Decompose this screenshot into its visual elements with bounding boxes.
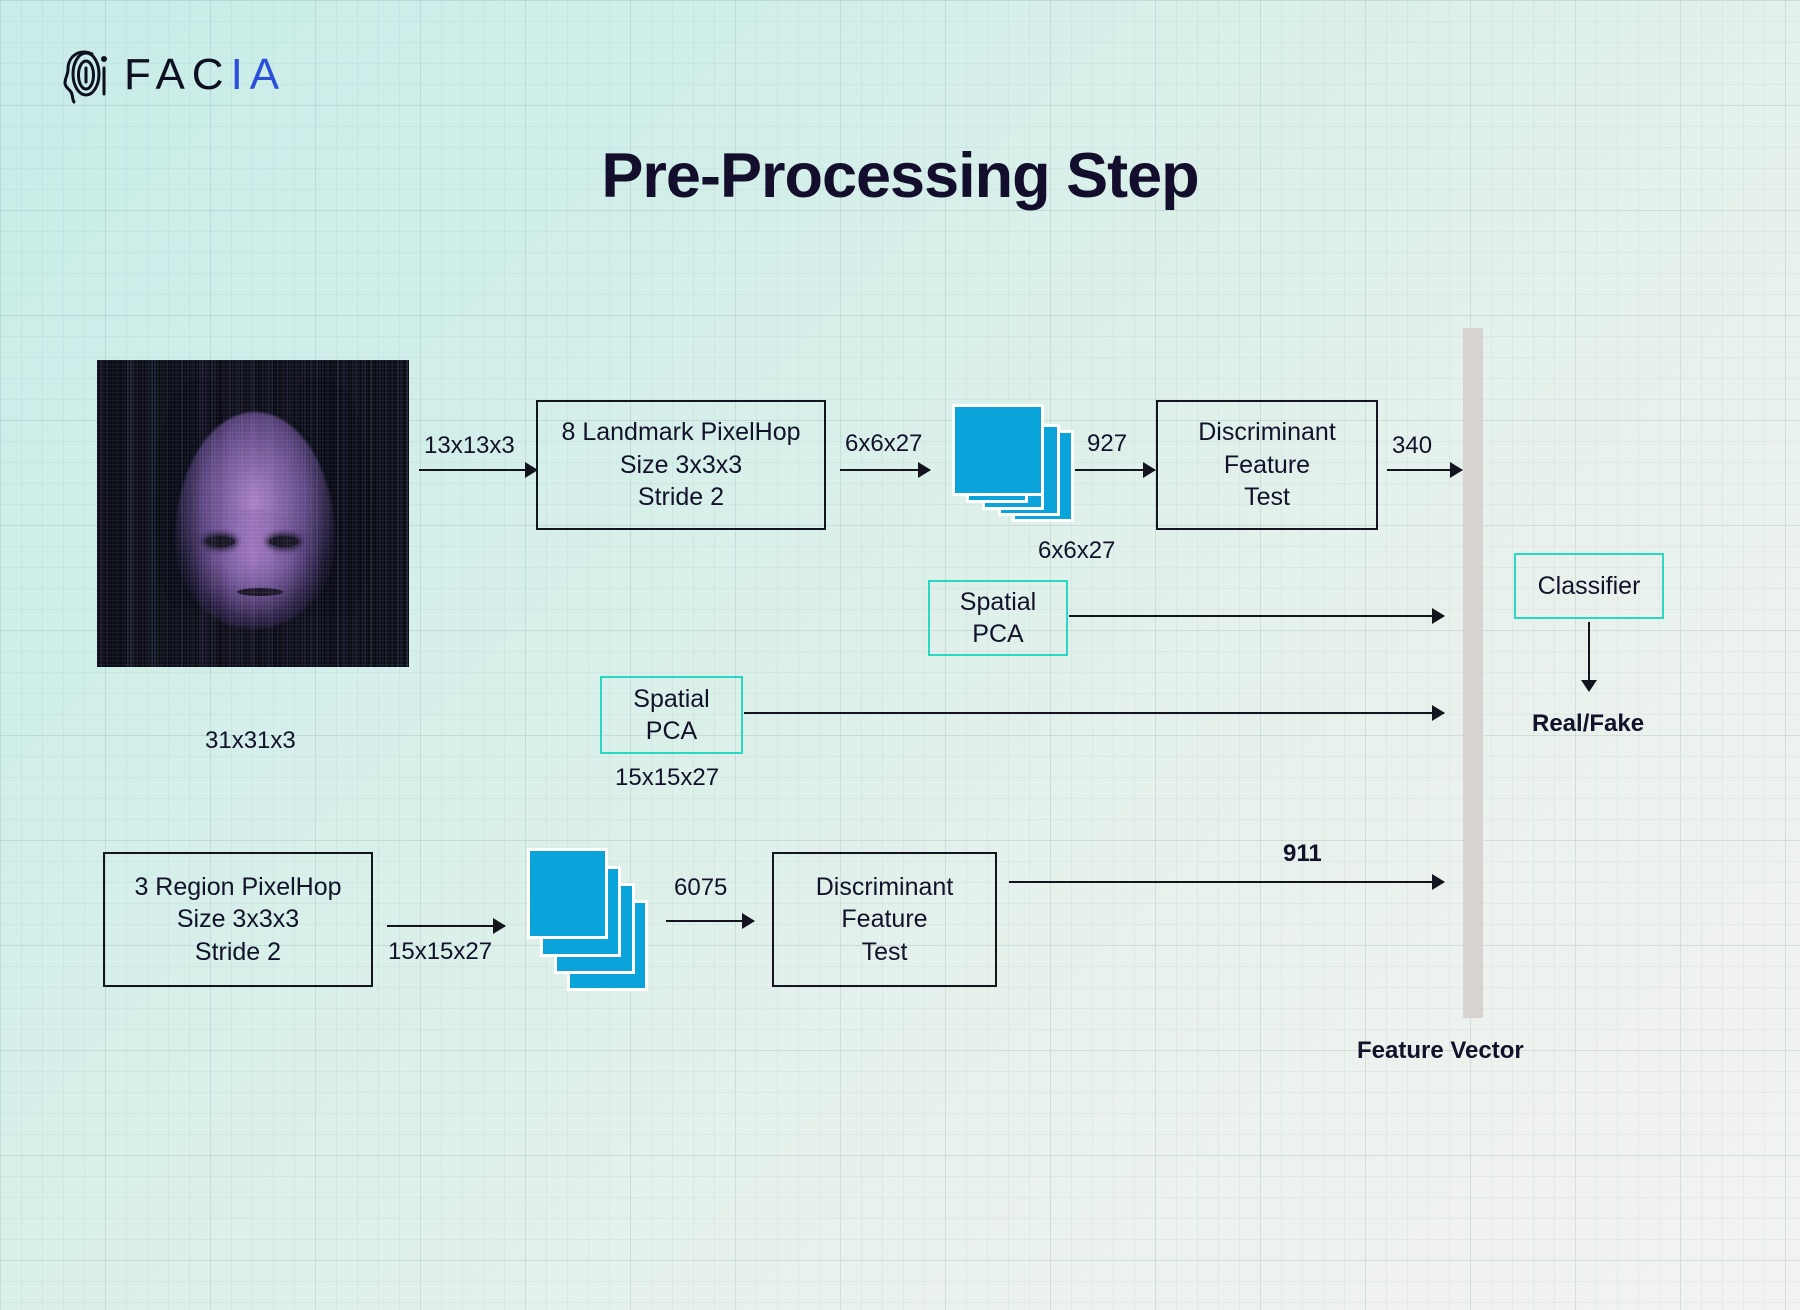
arrow-label-15x15x27: 15x15x27 [388,938,492,966]
arrow-spatial-pca-mid-to-fv [744,712,1444,714]
region-line-1: 3 Region PixelHop [134,871,341,904]
spatial-pca-upper-line-1: Spatial [960,586,1036,619]
input-dimension-label: 31x31x3 [205,727,296,755]
classifier-label: Classifier [1538,570,1641,603]
arrow-cubes-to-dft-bottom [666,920,754,922]
arrow-label-927: 927 [1087,430,1127,458]
spatial-pca-mid-line-1: Spatial [633,683,709,716]
spatial-pca-upper-box: Spatial PCA [928,580,1068,656]
feature-cube-stack-bottom [527,848,657,988]
landmark-line-3: Stride 2 [638,481,724,514]
page-title: Pre-Processing Step [0,140,1800,212]
brand-wordmark: FAC IA [124,53,286,97]
dft-top-line-1: Discriminant [1198,416,1336,449]
arrow-label-340: 340 [1392,432,1432,460]
brand-name-dark: FAC [124,53,231,97]
arrow-label-13x13x3: 13x13x3 [424,432,515,460]
spatial-pca-mid-line-2: PCA [646,715,697,748]
diagram-canvas: FAC IA Pre-Processing Step 31x31x3 13x13x… [0,0,1800,1310]
feature-vector-bar [1463,328,1483,1018]
dft-bottom-line-2: Feature [841,903,927,936]
arrow-region-to-cubes [387,925,505,927]
result-label: Real/Fake [1532,710,1644,738]
brand-name-accent: IA [231,53,287,97]
spatial-pca-mid-box: Spatial PCA [600,676,743,754]
dft-bottom-line-1: Discriminant [816,871,954,904]
classifier-box[interactable]: Classifier [1514,553,1664,619]
landmark-line-1: 8 Landmark PixelHop [561,416,800,449]
fingerprint-icon [62,44,110,106]
arrow-classifier-to-result [1588,622,1590,682]
spatial-pca-mid-dimension-label: 15x15x27 [615,764,719,792]
discriminant-feature-test-bottom-box: Discriminant Feature Test [772,852,997,987]
arrow-label-6x6x27: 6x6x27 [845,430,922,458]
arrow-dft-bottom-to-fv [1009,881,1444,883]
arrow-landmark-to-cubes [840,469,930,471]
face-scan-image [97,360,409,667]
arrow-dft-top-to-feature-vector [1387,469,1462,471]
discriminant-feature-test-top-box: Discriminant Feature Test [1156,400,1378,530]
feature-vector-label: Feature Vector [1357,1037,1524,1065]
arrow-spatial-pca-upper-to-fv [1069,615,1444,617]
region-pixelhop-box: 3 Region PixelHop Size 3x3x3 Stride 2 [103,852,373,987]
dft-bottom-line-3: Test [862,936,908,969]
arrow-label-6075: 6075 [674,874,727,902]
arrow-cubes-to-dft-top [1075,469,1155,471]
cube-stack-top-label: 6x6x27 [1038,537,1115,565]
feature-cube-stack-top [952,404,1092,534]
landmark-line-2: Size 3x3x3 [620,449,742,482]
spatial-pca-upper-line-2: PCA [972,618,1023,651]
arrow-label-911: 911 [1283,840,1322,868]
brand-logo: FAC IA [62,44,286,106]
region-line-3: Stride 2 [195,936,281,969]
dft-top-line-3: Test [1244,481,1290,514]
landmark-pixelhop-box: 8 Landmark PixelHop Size 3x3x3 Stride 2 [536,400,826,530]
arrow-input-to-landmark [419,469,537,471]
dft-top-line-2: Feature [1224,449,1310,482]
region-line-2: Size 3x3x3 [177,903,299,936]
